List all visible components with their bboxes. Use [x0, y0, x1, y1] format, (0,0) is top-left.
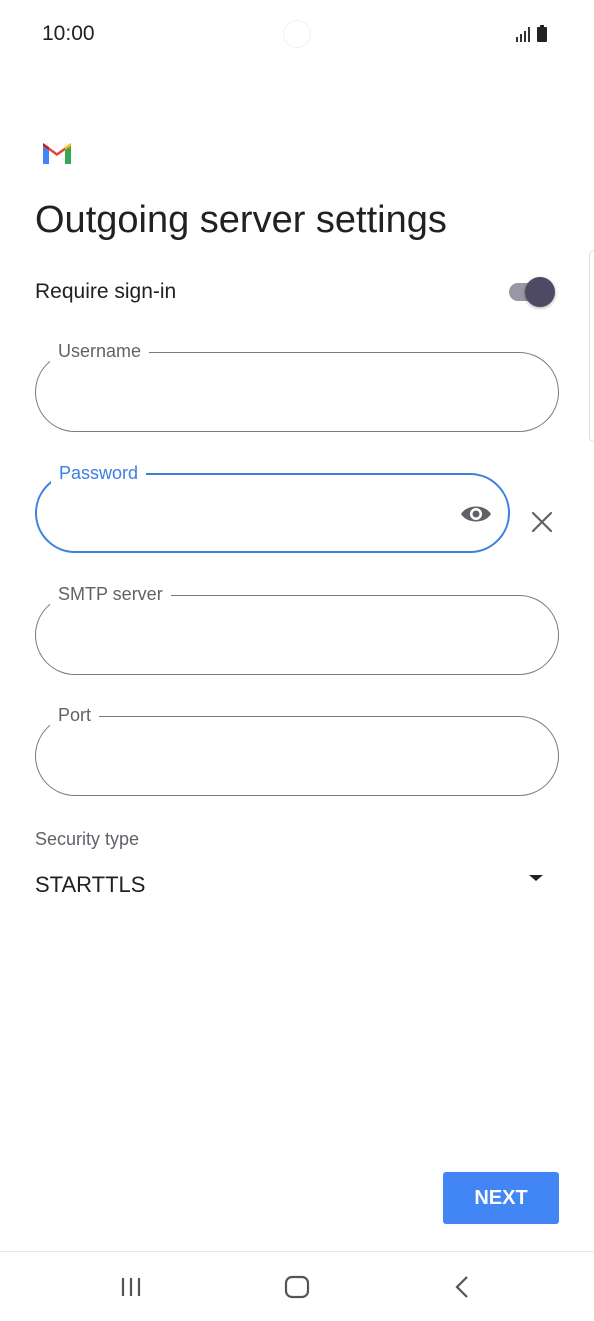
username-label: Username	[50, 340, 150, 362]
require-signin-toggle[interactable]	[507, 277, 557, 307]
require-signin-label: Require sign-in	[35, 280, 177, 303]
next-button[interactable]: NEXT	[443, 1172, 559, 1224]
port-field[interactable]: Port	[35, 704, 559, 796]
password-label: Password	[51, 462, 147, 484]
smtp-server-label: SMTP server	[50, 583, 171, 605]
security-type-label: Security type	[35, 829, 140, 849]
port-label: Port	[50, 704, 100, 726]
gmail-logo-icon	[43, 143, 71, 164]
status-bar: 10:00	[0, 0, 594, 70]
security-type-select[interactable]: STARTTLS	[35, 872, 145, 898]
recent-apps-icon[interactable]	[114, 1270, 148, 1304]
smtp-server-field[interactable]: SMTP server	[35, 583, 559, 675]
username-field[interactable]: Username	[35, 340, 559, 432]
toggle-knob	[525, 277, 555, 307]
camera-cutout	[283, 20, 311, 48]
port-input[interactable]	[58, 743, 498, 766]
username-input[interactable]	[58, 379, 498, 402]
chevron-down-icon[interactable]	[524, 866, 548, 890]
back-icon[interactable]	[446, 1270, 480, 1304]
smtp-server-input[interactable]	[58, 622, 498, 645]
status-time: 10:00	[42, 22, 95, 45]
edge-panel-handle[interactable]	[589, 250, 594, 442]
password-field[interactable]: Password	[35, 462, 510, 553]
navigation-bar	[0, 1251, 594, 1321]
password-input[interactable]	[59, 501, 448, 524]
signal-battery-icon	[516, 25, 547, 42]
close-icon[interactable]	[528, 508, 556, 536]
home-icon[interactable]	[280, 1270, 314, 1304]
page-title: Outgoing server settings	[35, 199, 447, 241]
show-password-icon[interactable]	[459, 500, 493, 528]
